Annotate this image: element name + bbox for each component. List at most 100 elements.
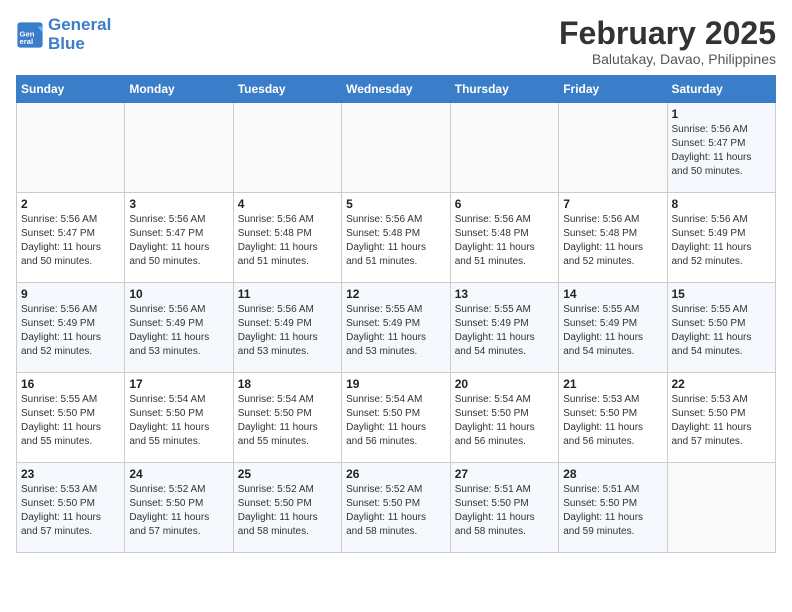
day-info: Sunrise: 5:54 AM Sunset: 5:50 PM Dayligh… [129, 393, 228, 449]
weekday-header: Thursday [450, 76, 558, 103]
calendar-cell: 11 Sunrise: 5:56 AM Sunset: 5:49 PM Dayli… [233, 283, 341, 373]
calendar-cell: 4 Sunrise: 5:56 AM Sunset: 5:48 PM Daylig… [233, 193, 341, 283]
calendar-week-row: 23 Sunrise: 5:53 AM Sunset: 5:50 PM Dayli… [17, 463, 776, 553]
day-info: Sunrise: 5:52 AM Sunset: 5:50 PM Dayligh… [346, 483, 446, 539]
day-number: 15 [672, 287, 772, 301]
day-number: 11 [238, 287, 337, 301]
calendar-cell: 20 Sunrise: 5:54 AM Sunset: 5:50 PM Dayli… [450, 373, 558, 463]
day-info: Sunrise: 5:51 AM Sunset: 5:50 PM Dayligh… [455, 483, 554, 539]
calendar-cell [450, 103, 558, 193]
day-info: Sunrise: 5:56 AM Sunset: 5:49 PM Dayligh… [238, 303, 337, 359]
day-number: 7 [563, 197, 662, 211]
day-info: Sunrise: 5:56 AM Sunset: 5:49 PM Dayligh… [672, 213, 772, 269]
calendar-cell: 10 Sunrise: 5:56 AM Sunset: 5:49 PM Dayli… [125, 283, 233, 373]
day-info: Sunrise: 5:56 AM Sunset: 5:48 PM Dayligh… [346, 213, 446, 269]
location-subtitle: Balutakay, Davao, Philippines [559, 51, 776, 67]
calendar-cell: 5 Sunrise: 5:56 AM Sunset: 5:48 PM Daylig… [342, 193, 451, 283]
day-number: 19 [346, 377, 446, 391]
day-number: 4 [238, 197, 337, 211]
day-number: 18 [238, 377, 337, 391]
calendar-cell: 24 Sunrise: 5:52 AM Sunset: 5:50 PM Dayli… [125, 463, 233, 553]
day-info: Sunrise: 5:56 AM Sunset: 5:49 PM Dayligh… [21, 303, 120, 359]
day-number: 6 [455, 197, 554, 211]
calendar-cell: 22 Sunrise: 5:53 AM Sunset: 5:50 PM Dayli… [667, 373, 776, 463]
day-number: 24 [129, 467, 228, 481]
day-number: 17 [129, 377, 228, 391]
day-info: Sunrise: 5:53 AM Sunset: 5:50 PM Dayligh… [672, 393, 772, 449]
calendar-cell [125, 103, 233, 193]
day-info: Sunrise: 5:56 AM Sunset: 5:48 PM Dayligh… [455, 213, 554, 269]
calendar-cell: 9 Sunrise: 5:56 AM Sunset: 5:49 PM Daylig… [17, 283, 125, 373]
calendar-table: SundayMondayTuesdayWednesdayThursdayFrid… [16, 75, 776, 553]
calendar-cell: 3 Sunrise: 5:56 AM Sunset: 5:47 PM Daylig… [125, 193, 233, 283]
calendar-cell: 15 Sunrise: 5:55 AM Sunset: 5:50 PM Dayli… [667, 283, 776, 373]
calendar-cell: 8 Sunrise: 5:56 AM Sunset: 5:49 PM Daylig… [667, 193, 776, 283]
day-info: Sunrise: 5:53 AM Sunset: 5:50 PM Dayligh… [21, 483, 120, 539]
calendar-cell: 17 Sunrise: 5:54 AM Sunset: 5:50 PM Dayli… [125, 373, 233, 463]
calendar-cell: 19 Sunrise: 5:54 AM Sunset: 5:50 PM Dayli… [342, 373, 451, 463]
day-number: 5 [346, 197, 446, 211]
calendar-week-row: 9 Sunrise: 5:56 AM Sunset: 5:49 PM Daylig… [17, 283, 776, 373]
logo-line1: General [48, 15, 111, 34]
day-info: Sunrise: 5:52 AM Sunset: 5:50 PM Dayligh… [238, 483, 337, 539]
calendar-cell [17, 103, 125, 193]
calendar-week-row: 16 Sunrise: 5:55 AM Sunset: 5:50 PM Dayli… [17, 373, 776, 463]
logo-line2: Blue [48, 35, 111, 54]
calendar-cell: 26 Sunrise: 5:52 AM Sunset: 5:50 PM Dayli… [342, 463, 451, 553]
calendar-cell: 18 Sunrise: 5:54 AM Sunset: 5:50 PM Dayli… [233, 373, 341, 463]
day-number: 16 [21, 377, 120, 391]
day-number: 12 [346, 287, 446, 301]
logo: Gen eral General Blue [16, 16, 111, 53]
calendar-cell: 7 Sunrise: 5:56 AM Sunset: 5:48 PM Daylig… [559, 193, 667, 283]
day-info: Sunrise: 5:54 AM Sunset: 5:50 PM Dayligh… [238, 393, 337, 449]
day-number: 22 [672, 377, 772, 391]
calendar-cell: 28Sunrise: 5:51 AM Sunset: 5:50 PM Dayli… [559, 463, 667, 553]
day-number: 10 [129, 287, 228, 301]
month-title: February 2025 [559, 16, 776, 51]
day-info: Sunrise: 5:56 AM Sunset: 5:48 PM Dayligh… [563, 213, 662, 269]
day-number: 27 [455, 467, 554, 481]
day-number: 1 [672, 107, 772, 121]
calendar-cell: 13Sunrise: 5:55 AM Sunset: 5:49 PM Dayli… [450, 283, 558, 373]
svg-text:eral: eral [20, 37, 34, 46]
day-number: 14 [563, 287, 662, 301]
day-info: Sunrise: 5:54 AM Sunset: 5:50 PM Dayligh… [455, 393, 554, 449]
day-info: Sunrise: 5:51 AM Sunset: 5:50 PM Dayligh… [563, 483, 662, 539]
weekday-header: Friday [559, 76, 667, 103]
title-area: February 2025 Balutakay, Davao, Philippi… [559, 16, 776, 67]
day-info: Sunrise: 5:52 AM Sunset: 5:50 PM Dayligh… [129, 483, 228, 539]
page-header: Gen eral General Blue February 2025 Balu… [16, 16, 776, 67]
day-number: 9 [21, 287, 120, 301]
calendar-week-row: 2Sunrise: 5:56 AM Sunset: 5:47 PM Daylig… [17, 193, 776, 283]
day-number: 13 [455, 287, 554, 301]
calendar-cell: 2Sunrise: 5:56 AM Sunset: 5:47 PM Daylig… [17, 193, 125, 283]
day-number: 3 [129, 197, 228, 211]
day-info: Sunrise: 5:56 AM Sunset: 5:47 PM Dayligh… [129, 213, 228, 269]
day-number: 8 [672, 197, 772, 211]
calendar-cell [667, 463, 776, 553]
calendar-cell: 1Sunrise: 5:56 AM Sunset: 5:47 PM Daylig… [667, 103, 776, 193]
day-info: Sunrise: 5:55 AM Sunset: 5:49 PM Dayligh… [346, 303, 446, 359]
calendar-cell: 23 Sunrise: 5:53 AM Sunset: 5:50 PM Dayli… [17, 463, 125, 553]
calendar-cell: 27 Sunrise: 5:51 AM Sunset: 5:50 PM Dayli… [450, 463, 558, 553]
day-info: Sunrise: 5:56 AM Sunset: 5:47 PM Dayligh… [21, 213, 120, 269]
day-number: 21 [563, 377, 662, 391]
calendar-cell: 12 Sunrise: 5:55 AM Sunset: 5:49 PM Dayli… [342, 283, 451, 373]
calendar-cell [342, 103, 451, 193]
day-info: Sunrise: 5:55 AM Sunset: 5:49 PM Dayligh… [563, 303, 662, 359]
day-info: Sunrise: 5:55 AM Sunset: 5:50 PM Dayligh… [672, 303, 772, 359]
day-number: 26 [346, 467, 446, 481]
weekday-header: Tuesday [233, 76, 341, 103]
calendar-cell [559, 103, 667, 193]
day-number: 23 [21, 467, 120, 481]
day-number: 20 [455, 377, 554, 391]
day-info: Sunrise: 5:56 AM Sunset: 5:48 PM Dayligh… [238, 213, 337, 269]
day-info: Sunrise: 5:55 AM Sunset: 5:50 PM Dayligh… [21, 393, 120, 449]
day-number: 25 [238, 467, 337, 481]
calendar-cell: 21 Sunrise: 5:53 AM Sunset: 5:50 PM Dayli… [559, 373, 667, 463]
weekday-header: Sunday [17, 76, 125, 103]
day-info: Sunrise: 5:56 AM Sunset: 5:49 PM Dayligh… [129, 303, 228, 359]
day-info: Sunrise: 5:53 AM Sunset: 5:50 PM Dayligh… [563, 393, 662, 449]
logo-icon: Gen eral [16, 21, 44, 49]
day-info: Sunrise: 5:54 AM Sunset: 5:50 PM Dayligh… [346, 393, 446, 449]
